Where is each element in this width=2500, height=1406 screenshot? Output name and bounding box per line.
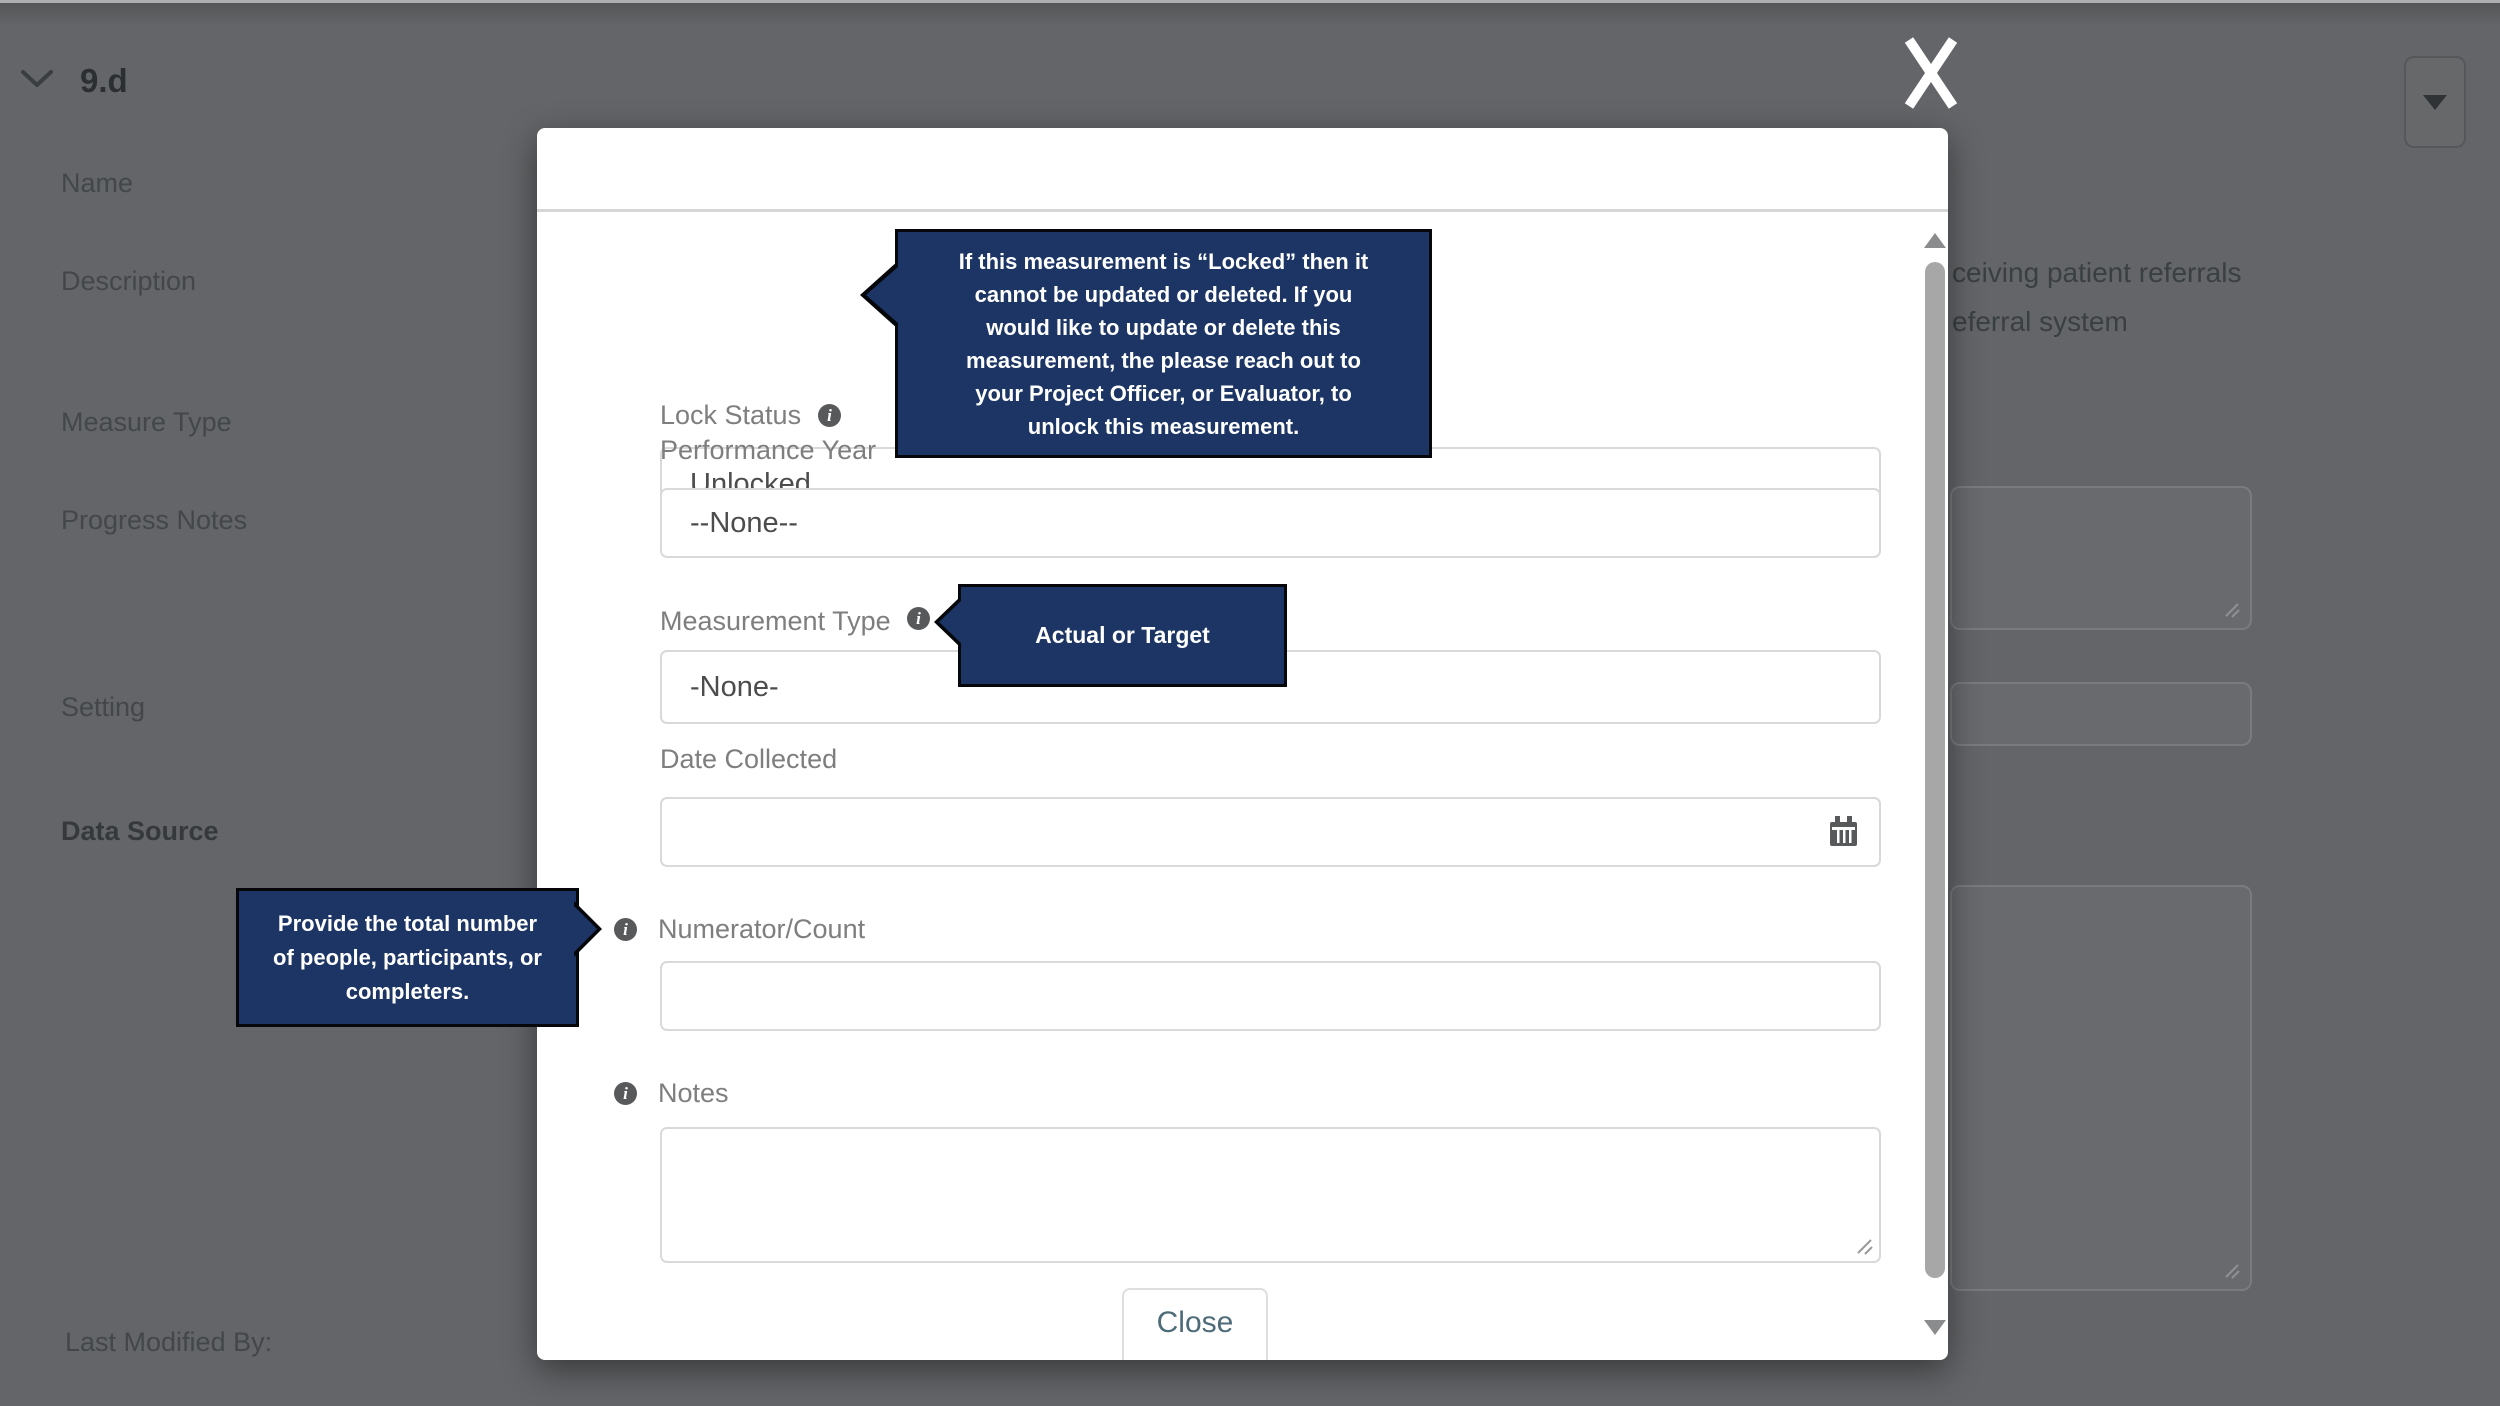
info-icon[interactable]: i: [614, 1082, 637, 1105]
modal-header-divider: [537, 209, 1948, 212]
calendar-icon[interactable]: [1830, 816, 1858, 855]
close-button[interactable]: Close: [1122, 1288, 1268, 1360]
tooltip-arrow-right-icon: [574, 906, 597, 952]
scrollbar-up-arrow-icon[interactable]: [1924, 233, 1946, 248]
numerator-count-label: Numerator/Count: [658, 914, 865, 944]
bg-label-last-modified-by: Last Modified By:: [65, 1327, 272, 1357]
lock-status-tooltip: If this measurement is “Locked” then it …: [895, 229, 1432, 458]
notes-textarea[interactable]: [660, 1127, 1881, 1263]
chevron-down-icon[interactable]: [20, 69, 54, 94]
bg-label-measure-type: Measure Type: [61, 407, 232, 437]
scrollbar-down-arrow-icon[interactable]: [1924, 1320, 1946, 1335]
bg-label-progress-notes: Progress Notes: [61, 505, 247, 535]
close-icon[interactable]: [1903, 34, 1959, 112]
info-icon[interactable]: i: [614, 918, 637, 941]
resize-handle-icon: [2222, 600, 2242, 625]
bg-label-setting: Setting: [61, 692, 145, 722]
measurement-type-tooltip: Actual or Target: [958, 584, 1287, 687]
tooltip-arrow-left-icon: [939, 601, 961, 643]
bg-text-patient-referrals: ceiving patient referrals: [1952, 257, 2241, 289]
resize-handle-icon: [2222, 1261, 2242, 1286]
bg-label-data-source: Data Source: [61, 816, 219, 846]
info-glyph: i: [623, 1085, 628, 1102]
info-glyph: i: [623, 921, 628, 938]
info-icon[interactable]: i: [818, 404, 841, 427]
tooltip-arrow-left-icon: [866, 267, 898, 323]
info-icon[interactable]: i: [907, 607, 930, 630]
numerator-count-tooltip: Provide the total number of people, part…: [236, 888, 579, 1027]
measurement-type-label: Measurement Type: [660, 606, 891, 636]
triangle-down-icon: [2423, 95, 2447, 110]
info-glyph: i: [827, 407, 832, 424]
notes-label: Notes: [658, 1078, 729, 1108]
bg-data-source-textarea: [1950, 885, 2252, 1291]
bg-text-referral-system: eferral system: [1952, 306, 2128, 338]
date-collected-label: Date Collected: [660, 744, 837, 774]
lock-status-tooltip-text: If this measurement is “Locked” then it …: [948, 245, 1379, 443]
info-glyph: i: [916, 610, 921, 627]
bg-setting-input: [1950, 682, 2252, 746]
numerator-count-tooltip-text: Provide the total number of people, part…: [265, 907, 550, 1009]
measurement-type-tooltip-text: Actual or Target: [1035, 622, 1210, 649]
date-collected-input[interactable]: [660, 797, 1881, 867]
section-header[interactable]: 9.d: [20, 62, 128, 100]
performance-year-label: Performance Year: [660, 435, 876, 465]
bg-progress-notes-textarea: [1950, 486, 2252, 630]
record-actions-dropdown-button[interactable]: [2404, 56, 2466, 148]
bg-label-description: Description: [61, 266, 196, 296]
page-top-shadow: [0, 3, 2500, 27]
performance-year-input[interactable]: --None--: [660, 488, 1881, 558]
lock-status-label: Lock Status: [660, 400, 801, 430]
section-title: 9.d: [80, 62, 128, 100]
scrollbar-thumb[interactable]: [1925, 262, 1945, 1278]
bg-label-name: Name: [61, 168, 133, 198]
resize-handle-icon[interactable]: [1853, 1235, 1875, 1262]
numerator-count-input[interactable]: [660, 961, 1881, 1031]
